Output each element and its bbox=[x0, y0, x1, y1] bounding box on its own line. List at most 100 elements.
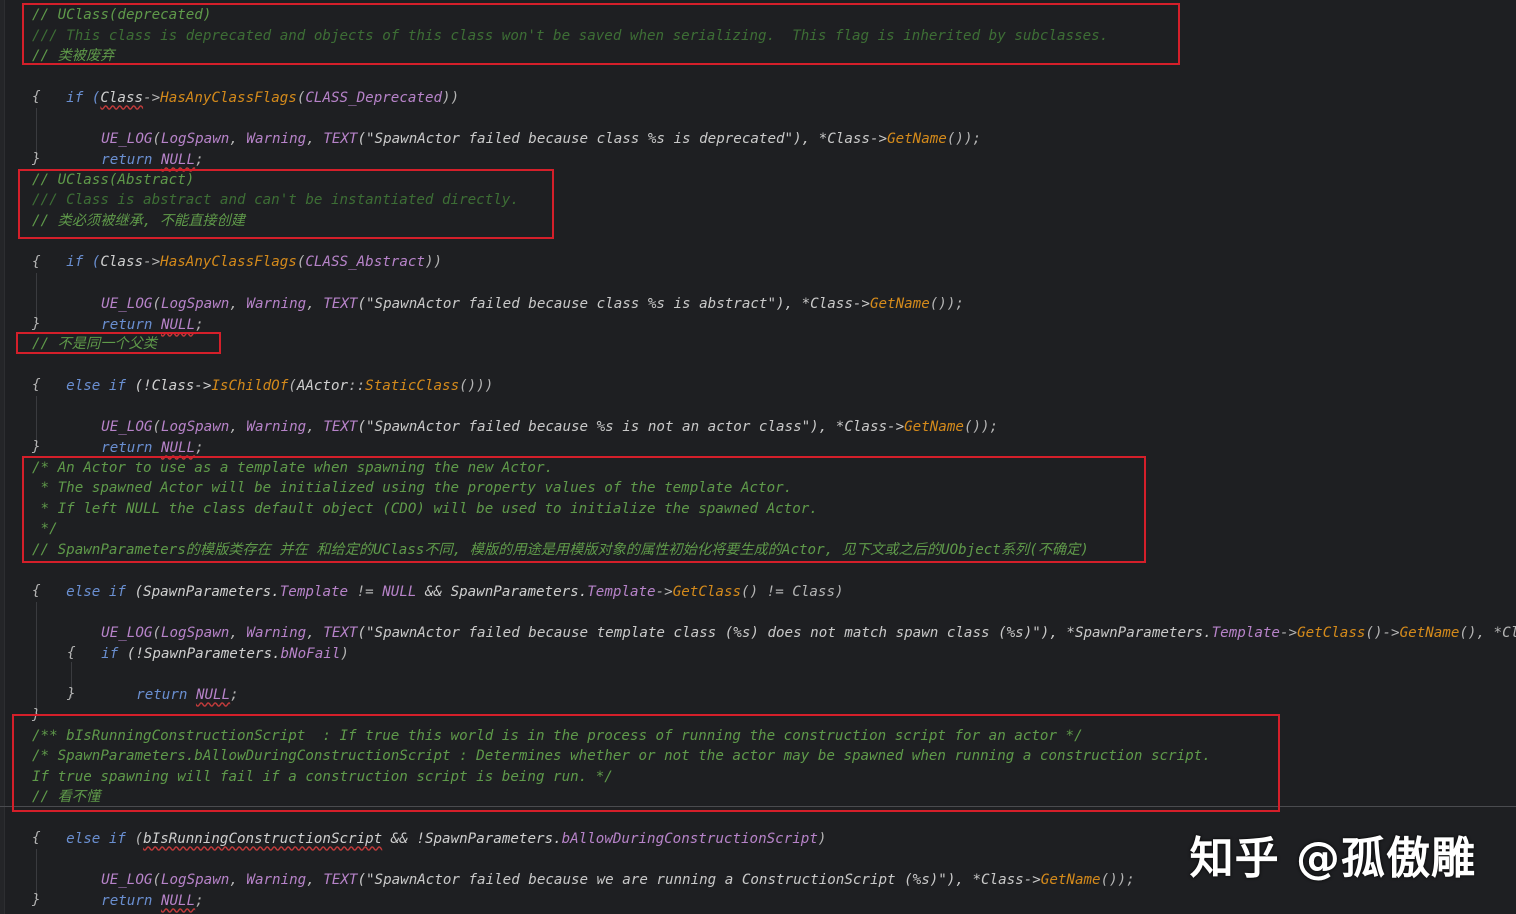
code-line[interactable]: If true spawning will fail if a construc… bbox=[32, 767, 613, 788]
code-line[interactable]: } bbox=[32, 437, 41, 458]
punctuation: ) bbox=[340, 645, 349, 662]
code-line[interactable]: return NULL; bbox=[67, 417, 204, 456]
macro-arg: Warning bbox=[246, 418, 307, 435]
punctuation: ; bbox=[195, 151, 204, 168]
code-line[interactable]: /** bIsRunningConstructionScript : If tr… bbox=[32, 726, 1083, 747]
code-line[interactable]: } bbox=[67, 684, 76, 705]
member: bAllowDuringConstructionScript bbox=[561, 830, 818, 847]
punctuation: ; bbox=[195, 439, 204, 456]
constant: NULL bbox=[160, 316, 196, 333]
function-name: GetName bbox=[869, 295, 930, 312]
identifier: (!SpawnParameters. bbox=[126, 645, 281, 662]
code-line[interactable]: */ bbox=[32, 519, 58, 540]
string-literal: ("SpawnActor failed because template cla… bbox=[357, 624, 1212, 641]
code-line[interactable]: /* SpawnParameters.bAllowDuringConstruct… bbox=[32, 746, 1211, 767]
constant: NULL bbox=[195, 686, 231, 703]
identifier: Class bbox=[100, 89, 144, 106]
punctuation: , bbox=[306, 871, 324, 888]
keyword: if bbox=[101, 645, 127, 662]
operator: -> bbox=[143, 89, 161, 106]
watermark: 知乎 @孤傲雕 bbox=[1189, 833, 1476, 884]
code-line[interactable]: /// Class is abstract and can't be insta… bbox=[32, 190, 519, 211]
punctuation: ())) bbox=[459, 377, 494, 394]
identifier: && SpawnParameters. bbox=[416, 583, 588, 600]
function-name: GetName bbox=[1040, 871, 1101, 888]
function-name: GetName bbox=[904, 418, 964, 435]
operator: :: bbox=[348, 377, 366, 394]
code-line[interactable]: { bbox=[32, 581, 41, 602]
code-line[interactable]: { bbox=[32, 375, 41, 396]
macro-arg: Warning bbox=[246, 130, 307, 147]
code-line[interactable]: UE_LOG(LogSpawn, Warning, TEXT("SpawnAct… bbox=[67, 273, 964, 312]
macro: TEXT bbox=[323, 418, 358, 435]
code-line[interactable]: * The spawned Actor will be initialized … bbox=[32, 478, 793, 499]
code-line[interactable]: // UClass(deprecated) bbox=[32, 5, 211, 26]
punctuation: ()); bbox=[963, 418, 999, 435]
function-name: GetClass bbox=[1297, 624, 1366, 641]
keyword: else if bbox=[66, 830, 135, 847]
code-line[interactable]: else if (bIsRunningConstructionScript &&… bbox=[32, 808, 826, 847]
code-line[interactable]: // 类被废弃 bbox=[32, 46, 114, 67]
keyword: if ( bbox=[66, 253, 101, 270]
member: bNoFail bbox=[280, 645, 341, 662]
code-line[interactable]: else if (SpawnParameters.Template != NUL… bbox=[32, 561, 843, 600]
macro: TEXT bbox=[323, 295, 358, 312]
constant: CLASS_Abstract bbox=[305, 253, 425, 270]
code-line[interactable]: if (Class->HasAnyClassFlags(CLASS_Deprec… bbox=[32, 67, 459, 106]
identifier: bIsRunningConstructionScript bbox=[143, 830, 383, 847]
code-line[interactable]: // 不是同一个父类 bbox=[32, 334, 157, 355]
punctuation: , bbox=[229, 871, 247, 888]
punctuation: ; bbox=[195, 892, 204, 909]
operator: ()-> bbox=[1365, 624, 1400, 641]
code-line[interactable]: if (!SpawnParameters.bNoFail) bbox=[67, 623, 349, 662]
code-line[interactable]: return NULL; bbox=[102, 664, 239, 703]
keyword: return bbox=[101, 892, 161, 909]
code-line[interactable]: // 看不懂 bbox=[32, 787, 100, 808]
macro-arg: Warning bbox=[246, 871, 307, 888]
code-line[interactable]: } bbox=[32, 149, 41, 170]
code-line[interactable]: { bbox=[32, 828, 41, 849]
code-line[interactable]: /* An Actor to use as a template when sp… bbox=[32, 458, 553, 479]
keyword: return bbox=[136, 686, 196, 703]
code-line[interactable]: // SpawnParameters的模版类存在 并在 和给定的UClass不同… bbox=[32, 540, 1089, 561]
punctuation: ) bbox=[817, 830, 827, 847]
code-line[interactable]: else if (!Class->IsChildOf(AActor::Stati… bbox=[32, 355, 493, 394]
keyword: return bbox=[101, 151, 161, 168]
punctuation: ()); bbox=[1100, 871, 1135, 888]
code-line[interactable]: return NULL; bbox=[67, 294, 204, 333]
code-line[interactable]: UE_LOG(LogSpawn, Warning, TEXT("SpawnAct… bbox=[67, 849, 1135, 888]
keyword: else if bbox=[66, 377, 135, 394]
code-line[interactable]: // 类必须被继承, 不能直接创建 bbox=[32, 211, 245, 232]
constant: NULL bbox=[382, 583, 417, 600]
keyword: return bbox=[101, 439, 161, 456]
punctuation: , bbox=[229, 130, 247, 147]
function-name: GetName bbox=[1399, 624, 1460, 641]
code-line[interactable]: if (Class->HasAnyClassFlags(CLASS_Abstra… bbox=[32, 231, 442, 270]
operator: -> bbox=[1279, 624, 1298, 641]
constant: NULL bbox=[160, 892, 196, 909]
code-line[interactable]: UE_LOG(LogSpawn, Warning, TEXT("SpawnAct… bbox=[67, 108, 981, 147]
string-literal: ("SpawnActor failed because class %s is … bbox=[357, 130, 888, 147]
code-line[interactable]: /// This class is deprecated and objects… bbox=[32, 26, 1108, 47]
identifier: (SpawnParameters. bbox=[134, 583, 280, 600]
code-line[interactable]: return NULL; bbox=[67, 870, 204, 909]
function-name: StaticClass bbox=[365, 377, 460, 394]
function-name: GetName bbox=[887, 130, 947, 147]
code-line[interactable]: { bbox=[32, 252, 41, 273]
code-line[interactable]: return NULL; bbox=[67, 129, 204, 168]
code-line[interactable]: UE_LOG(LogSpawn, Warning, TEXT("SpawnAct… bbox=[67, 396, 998, 435]
code-line[interactable]: } bbox=[32, 705, 41, 726]
punctuation: ()); bbox=[946, 130, 982, 147]
code-line[interactable]: * If left NULL the class default object … bbox=[32, 499, 818, 520]
punctuation: ()); bbox=[929, 295, 964, 312]
code-line[interactable]: } bbox=[32, 890, 41, 911]
member: Template bbox=[279, 583, 349, 600]
operator: -> bbox=[655, 583, 673, 600]
code-editor[interactable]: // UClass(deprecated) /// This class is … bbox=[0, 0, 1516, 914]
code-line[interactable]: UE_LOG(LogSpawn, Warning, TEXT("SpawnAct… bbox=[67, 602, 1516, 641]
code-line[interactable]: { bbox=[32, 87, 41, 108]
code-line[interactable]: } bbox=[32, 314, 41, 335]
code-line[interactable]: { bbox=[67, 643, 76, 664]
function-name: IsChildOf bbox=[211, 377, 289, 394]
code-line[interactable]: // UClass(Abstract) bbox=[32, 170, 194, 191]
